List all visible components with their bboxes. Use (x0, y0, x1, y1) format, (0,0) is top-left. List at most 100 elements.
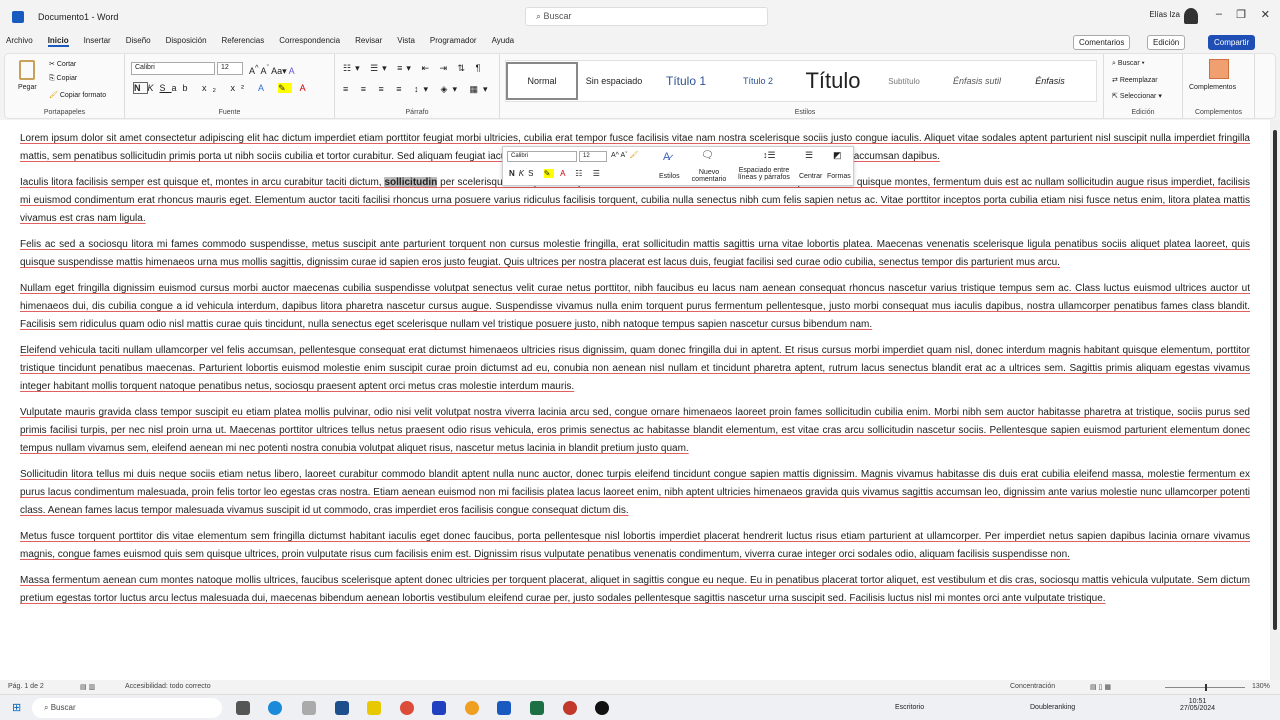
search-placeholder: Buscar (543, 11, 572, 21)
comments-button[interactable]: Comentarios (1073, 35, 1131, 50)
font-name-select[interactable]: Calibri (131, 62, 215, 75)
find-button[interactable]: ⌕ Buscar ▾ (1112, 60, 1145, 68)
tab-referencias[interactable]: Referencias (222, 36, 265, 47)
tab-disposicion[interactable]: Disposición (166, 36, 207, 47)
replace-button[interactable]: ⇄ Reemplazar (1112, 76, 1158, 84)
format-painter-button[interactable]: 🖌 Copiar formato (49, 91, 106, 99)
page-count[interactable]: Pág. 1 de 2 (8, 683, 44, 690)
chrome-icon[interactable] (400, 701, 414, 715)
new-comment-button[interactable]: Nuevo comentario (689, 169, 729, 183)
avatar[interactable] (1184, 8, 1198, 24)
task-view-icon[interactable] (236, 701, 250, 715)
tab-correspondencia[interactable]: Correspondencia (279, 36, 340, 47)
app4-icon[interactable] (595, 701, 609, 715)
paragraph-text: Felis ac sed a sociosqu litora mi fames … (20, 239, 1250, 268)
select-button[interactable]: ⇱ Seleccionar ▾ (1112, 92, 1162, 100)
paragraph[interactable]: Massa fermentum aenean cum montes natoqu… (20, 572, 1250, 608)
scrollbar-thumb[interactable] (1273, 130, 1277, 630)
shapes-button[interactable]: Formas (827, 173, 851, 180)
font-size-select[interactable]: 12 (217, 62, 243, 75)
addins-button[interactable]: Complementos (1189, 84, 1236, 91)
mini-styles-button[interactable]: Estilos (659, 173, 680, 180)
taskbar-search[interactable]: ⌕ Buscar (32, 698, 222, 718)
paste-button[interactable]: Pegar (18, 84, 37, 91)
paragraph-text: Metus fusce torquent porttitor dis vitae… (20, 531, 1250, 560)
chrome2-icon[interactable] (563, 701, 577, 715)
mini-format-buttons[interactable]: NKS ✎ A ☷ ☰ (509, 169, 604, 178)
tab-vista[interactable]: Vista (397, 36, 415, 47)
format-buttons[interactable]: NKSab x₂ x² A ✎ A (133, 82, 312, 94)
copy-button[interactable]: ⎘ Copiar (49, 75, 77, 83)
tab-diseno[interactable]: Diseño (126, 36, 151, 47)
desktop-label[interactable]: Escritorio (895, 704, 924, 711)
font-label: Fuente (218, 109, 241, 116)
clock[interactable]: 10:51 27/05/2024 (1180, 698, 1215, 712)
excel-icon[interactable] (530, 701, 544, 715)
tab-programador[interactable]: Programador (430, 36, 477, 47)
minimize-icon[interactable]: – (1216, 8, 1222, 20)
list-buttons[interactable]: ☷▾ ☰▾ ≡▾ ⇤ ⇥ ⇅ ¶ (343, 63, 484, 74)
cut-label: Cortar (56, 61, 77, 68)
word-taskbar-icon[interactable] (497, 701, 511, 715)
cut-button[interactable]: ✂ Cortar (49, 60, 76, 68)
zoom-slider[interactable] (1165, 684, 1245, 691)
view-buttons[interactable]: ▤ ▯ ▦ (1090, 683, 1111, 691)
tab-archivo[interactable]: Archivo (6, 36, 33, 47)
paragraph[interactable]: Nullam eget fringilla dignissim euismod … (20, 280, 1250, 334)
search-input[interactable]: ⌕ Buscar (525, 7, 768, 26)
share-button[interactable]: Compartir (1208, 35, 1256, 50)
tab-inicio[interactable]: Inicio (47, 36, 69, 47)
running-app[interactable]: Doubleranking (1030, 704, 1075, 711)
paragraph[interactable]: Metus fusce torquent porttitor dis vitae… (20, 528, 1250, 564)
font-size-buttons[interactable]: A^ Aˇ Aa▾ A (249, 63, 295, 77)
style-title[interactable]: Título (794, 68, 872, 94)
style-heading-1[interactable]: Título 1 (650, 74, 722, 88)
app3-icon[interactable] (465, 701, 479, 715)
mini-size-select[interactable]: 12 (579, 151, 607, 162)
zoom-level[interactable]: 130% (1252, 683, 1270, 690)
style-emphasis[interactable]: Énfasis (1018, 76, 1082, 86)
app2-icon[interactable] (432, 701, 446, 715)
editing-mode-button[interactable]: Edición (1147, 35, 1186, 50)
accessibility-status[interactable]: Accesibilidad: todo correcto (125, 683, 211, 690)
paragraph[interactable]: Eleifend vehicula taciti nullam ullamcor… (20, 342, 1250, 396)
user-name[interactable]: Elías Iza (1149, 10, 1180, 19)
style-heading-2[interactable]: Título 2 (722, 76, 794, 86)
selected-text: sollicitudin (384, 177, 438, 188)
start-icon[interactable]: ⊞ (12, 701, 21, 714)
explorer-icon[interactable] (367, 701, 381, 715)
proofing-icon[interactable]: ▤ ▥ (80, 683, 95, 691)
paragraph[interactable]: Felis ac sed a sociosqu litora mi fames … (20, 236, 1250, 272)
edge-icon[interactable] (268, 701, 282, 715)
paragraph-text: Sollicitudin litora tellus mi duis neque… (20, 469, 1250, 516)
replace-label: Reemplazar (1119, 77, 1158, 84)
styles-label: Estilos (794, 109, 816, 116)
style-subtitle[interactable]: Subtítulo (872, 77, 936, 86)
paragraph[interactable]: Sollicitudin litora tellus mi duis neque… (20, 466, 1250, 520)
taskbar-search-label: Buscar (50, 703, 76, 712)
center-button[interactable]: Centrar (799, 173, 822, 180)
style-subtle-emphasis[interactable]: Énfasis sutil (936, 76, 1018, 86)
zoom-slider-thumb[interactable] (1205, 684, 1207, 691)
close-icon[interactable]: ✕ (1261, 8, 1270, 21)
store-icon[interactable] (335, 701, 349, 715)
focus-button[interactable]: Concentración (1010, 683, 1055, 690)
paragraph-text: Vulputate mauris gravida class tempor su… (20, 407, 1250, 454)
restore-icon[interactable]: ❐ (1236, 8, 1246, 21)
mini-grow-shrink[interactable]: A^ Aˇ 🖌 (611, 151, 638, 159)
tab-insertar[interactable]: Insertar (84, 36, 111, 47)
app-icon[interactable] (302, 701, 316, 715)
align-buttons[interactable]: ≡ ≡ ≡ ≡ ↕▾ ◈▾ ▦▾ (343, 84, 493, 95)
line-spacing-button[interactable]: Espaciado entre líneas y párrafos (735, 167, 793, 181)
tab-ayuda[interactable]: Ayuda (492, 36, 515, 47)
paragraph[interactable]: Vulputate mauris gravida class tempor su… (20, 404, 1250, 458)
document-body[interactable]: Lorem ipsum dolor sit amet consectetur a… (0, 120, 1270, 680)
mini-font-select[interactable]: Calibri (507, 151, 577, 162)
style-normal[interactable]: Normal (506, 62, 578, 100)
style-no-spacing[interactable]: Sin espaciado (578, 76, 650, 86)
tab-revisar[interactable]: Revisar (355, 36, 382, 47)
vertical-scrollbar[interactable] (1270, 120, 1280, 680)
styles-icon: A̷ (663, 151, 671, 163)
styles-gallery: Normal Sin espaciado Título 1 Título 2 T… (505, 60, 1097, 102)
line-spacing-icon: ↕☰ (763, 150, 776, 160)
